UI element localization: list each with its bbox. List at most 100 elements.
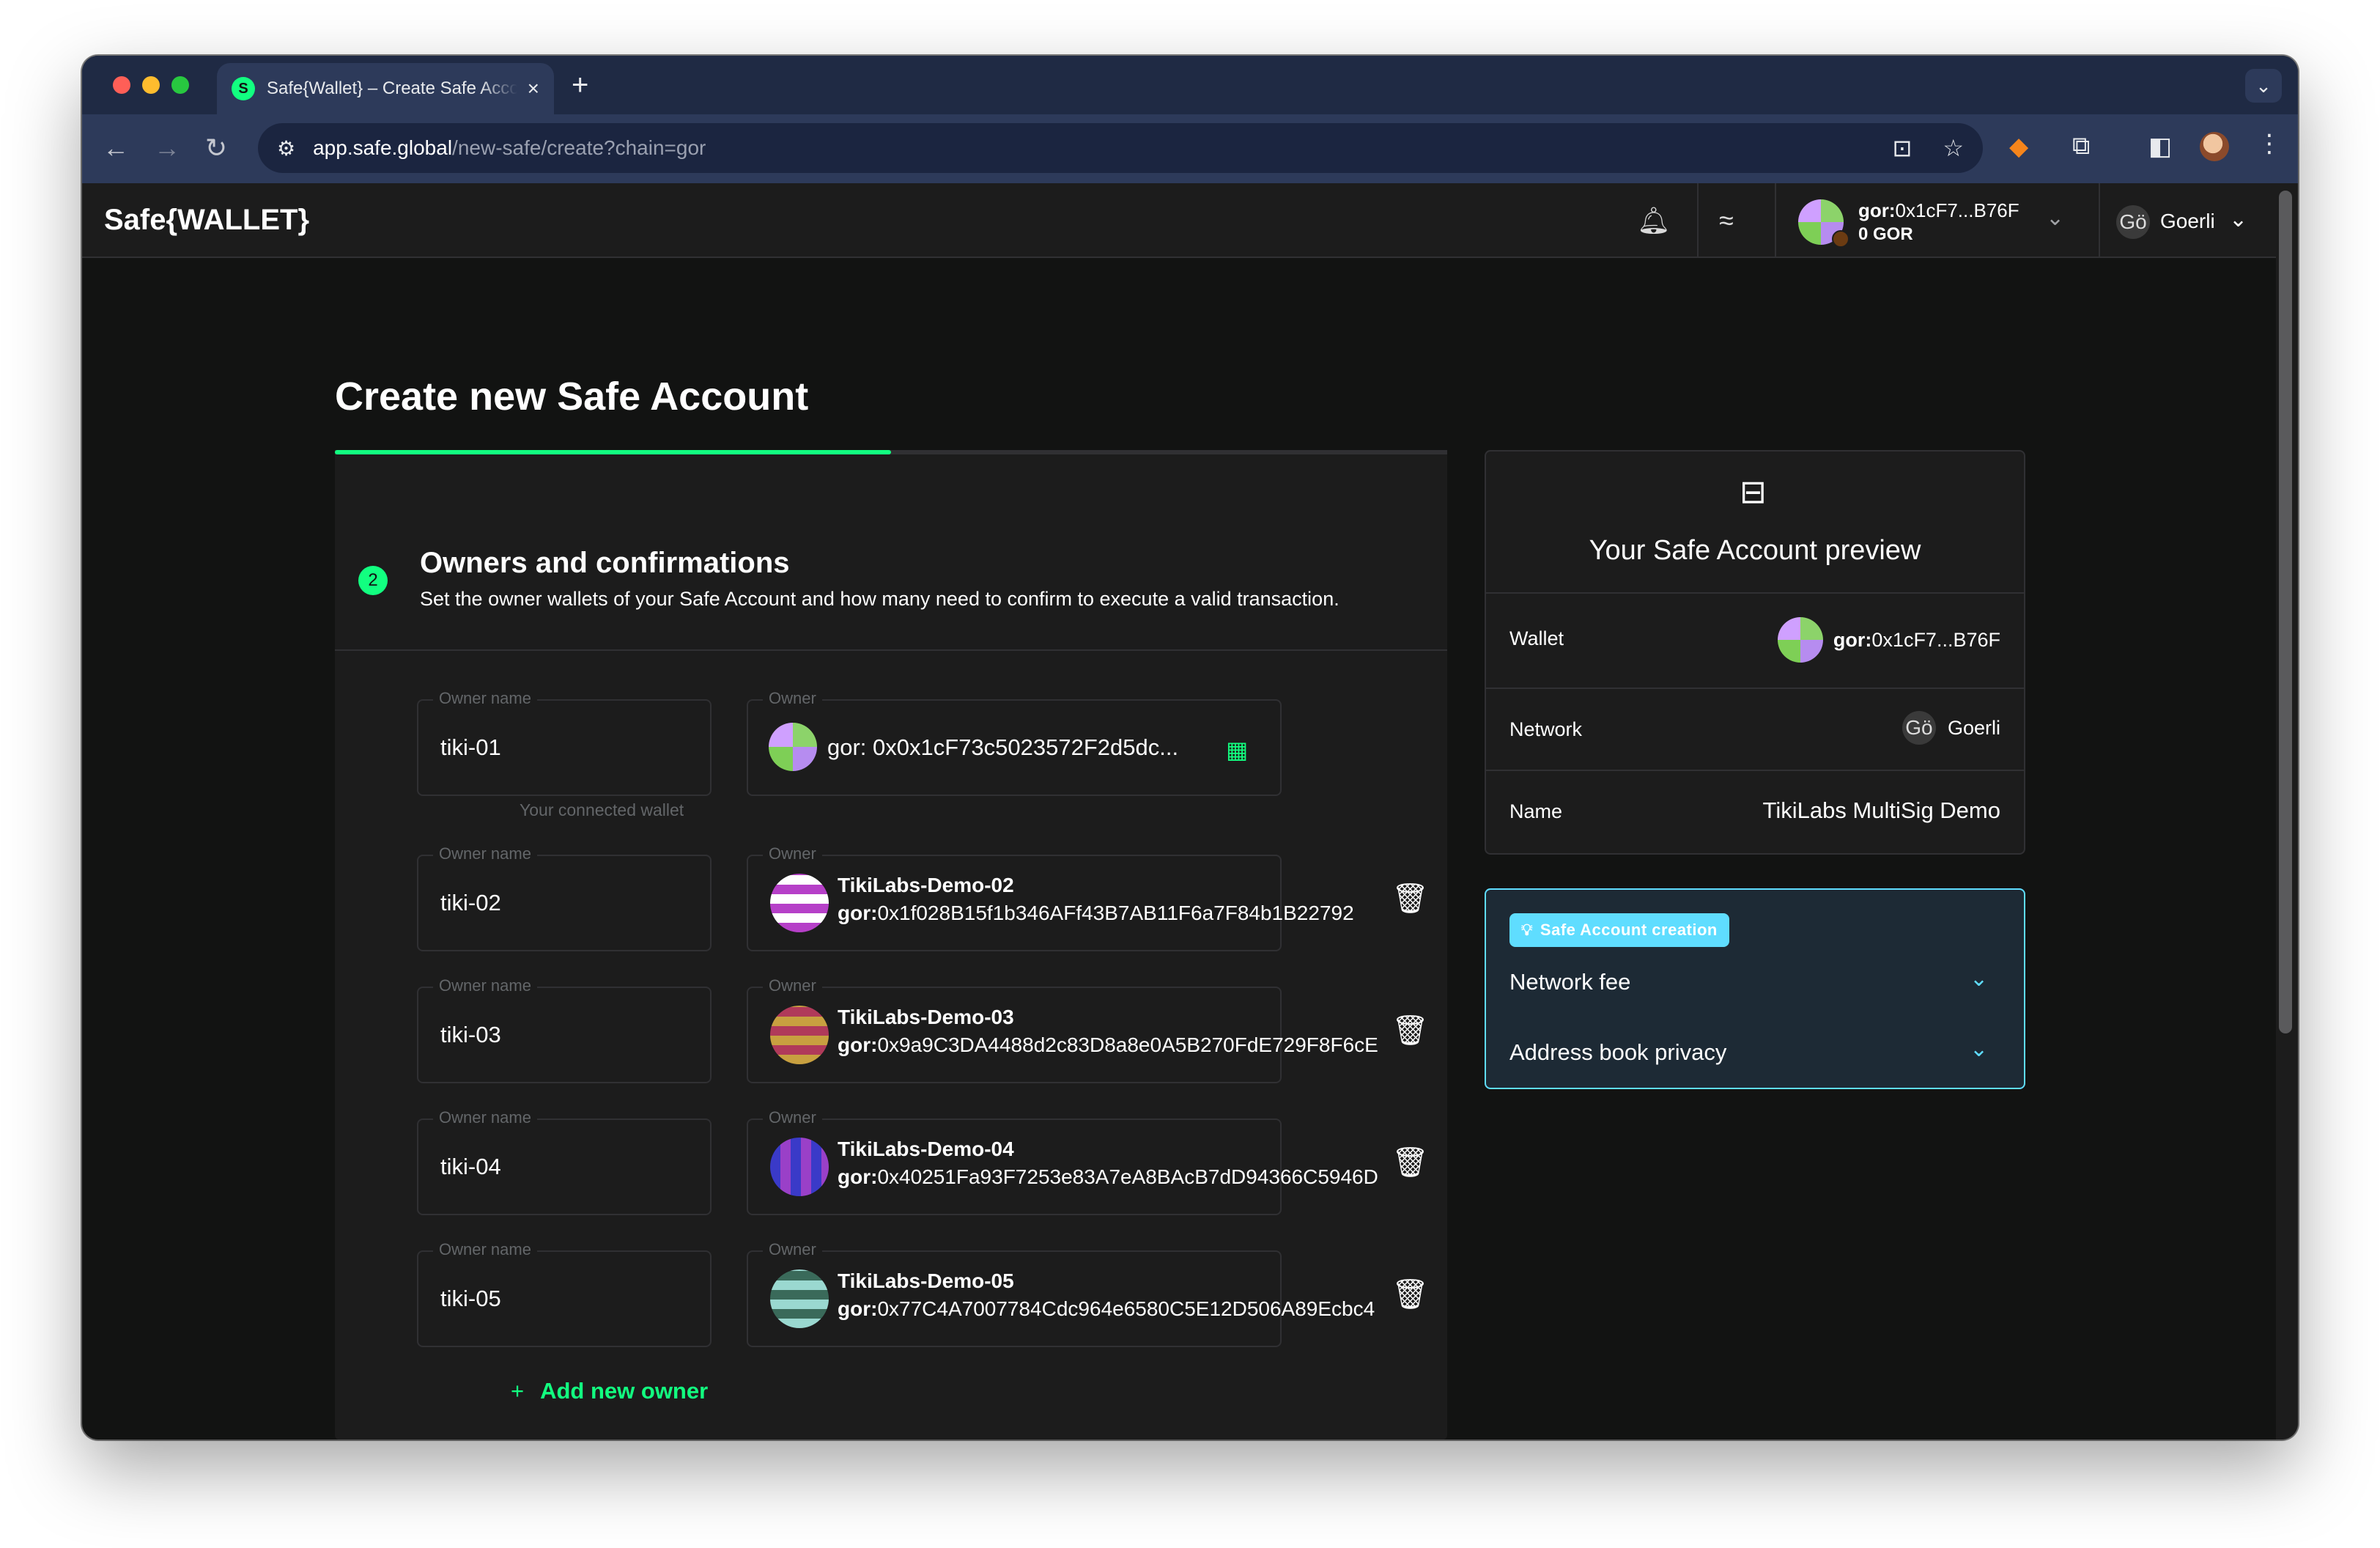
browser-toolbar: ← → ↻ ⚙ app.safe.global/new-safe/create?… [82,114,2298,183]
safe-name-value: TikiLabs MultiSig Demo [1762,797,2000,823]
owner-name-field[interactable]: Owner name tiki-03 [417,976,712,1083]
header-divider [1775,183,1776,257]
owner-address-value: gor:0x1f028B15f1b346AFf43B7AB11F6a7F84b1… [838,902,1354,924]
owner-label: Owner [763,689,822,708]
address-bar[interactable]: ⚙ app.safe.global/new-safe/create?chain=… [258,123,1983,173]
url-host: app.safe.global [313,136,453,159]
owner-name-field[interactable]: Owner name tiki-05 [417,1240,712,1347]
side-panel-icon[interactable]: ◧ [2148,132,2172,161]
owner-display-name: TikiLabs-Demo-03 [838,1006,1014,1028]
owner-name-label: Owner name [433,976,537,995]
account-chevron-down-icon[interactable]: ⌄ [2046,205,2064,231]
owner-name-field[interactable]: Owner name tiki-02 [417,844,712,951]
owner-avatar [770,1006,829,1064]
owner-name-label: Owner name [433,844,537,863]
owner-name-field[interactable]: Owner name tiki-04 [417,1108,712,1215]
forward-arrow-icon[interactable]: → [154,133,180,163]
install-app-icon[interactable]: ⊡ [1893,134,1912,162]
owner-address-field[interactable]: Owner gor: 0x0x1cF73c5023572F2d5dc... ▦ [747,689,1282,796]
preview-row-name: Name TikiLabs MultiSig Demo [1486,770,2024,853]
new-tab-button[interactable]: + [572,70,588,100]
header-divider [2099,183,2100,257]
safe-wallet-logo[interactable]: Safe{WALLET} [104,204,309,237]
page-title: Create new Safe Account [335,375,809,419]
network-label: Network [1509,718,1583,740]
bookmark-star-icon[interactable]: ☆ [1943,134,1964,162]
network-fee-accordion[interactable]: Network fee [1509,969,1630,995]
add-new-owner-button[interactable]: + Add new owner [511,1378,708,1404]
page-scrollbar-thumb[interactable] [2279,191,2292,1033]
owner-label: Owner [763,976,822,995]
card-divider [335,649,1447,651]
preview-row-wallet: Wallet gor: 0x1cF7...B76F [1486,592,2024,688]
qr-code-icon[interactable]: ▦ [1226,736,1248,764]
owner-name-value: tiki-02 [440,890,501,915]
owner-name-label: Owner name [433,1240,537,1259]
browser-menu-icon[interactable]: ⋮ [2257,129,2282,158]
minimize-window-button[interactable] [142,76,160,94]
notifications-bell-icon[interactable]: 🔔︎ [1637,205,1671,236]
tab-strip: S Safe{Wallet} – Create Safe Account × +… [82,56,2298,114]
step-number-badge: 2 [358,566,388,595]
metamask-badge-icon [1832,230,1849,248]
step-title: Owners and confirmations [420,547,790,579]
goerli-logo: Gö [1902,711,1936,745]
owners-step-card: 2 Owners and confirmations Set the owner… [335,454,1447,1440]
chevron-down-icon[interactable]: ⌄ [1970,966,1988,992]
url-path: /new-safe/create?chain=gor [452,136,706,159]
delete-owner-icon[interactable]: 🗑︎ [1392,1277,1429,1311]
address-book-privacy-accordion[interactable]: Address book privacy [1509,1039,1726,1066]
owner-name-value: tiki-01 [440,734,501,760]
wallet-value: gor: 0x1cF7...B76F [1777,617,2000,663]
reload-icon[interactable]: ↻ [205,133,227,163]
wallet-avatar [1777,617,1823,663]
owner-address-field[interactable]: Owner TikiLabs-Demo-05 gor:0x77C4A700778… [747,1240,1375,1347]
lightbulb-icon: 💡︎ [1521,921,1533,939]
owner-avatar [770,1138,829,1196]
network-logo: Gö [2116,205,2150,239]
owner-label: Owner [763,1108,822,1127]
header-divider [1697,183,1699,257]
delete-owner-icon[interactable]: 🗑︎ [1392,881,1429,915]
owner-name-label: Owner name [433,1108,537,1127]
owner-name-value: tiki-05 [440,1286,501,1311]
extensions-puzzle-icon[interactable]: ⧉ [2072,132,2090,161]
owner-address-field[interactable]: Owner TikiLabs-Demo-03 gor:0x9a9C3DA4488… [747,976,1378,1083]
owner-avatar [770,1269,829,1328]
owner-avatar [770,874,829,932]
delete-owner-icon[interactable]: 🗑︎ [1392,1145,1429,1179]
safe-preview-card: ⊟ Your Safe Account preview Wallet gor: 0… [1485,450,2025,855]
maximize-window-button[interactable] [171,76,189,94]
walletconnect-icon[interactable]: ≈ [1719,205,1734,236]
step-subtitle: Set the owner wallets of your Safe Accou… [420,588,1339,610]
app-header: Safe{WALLET} 🔔︎ ≈ gor:0x1cF7...B76F 0 GO… [82,183,2276,258]
owner-address-value: gor:0x77C4A7007784Cdc964e6580C5E12D506A8… [838,1297,1375,1320]
owner-display-name: TikiLabs-Demo-04 [838,1138,1014,1160]
close-window-button[interactable] [113,76,130,94]
delete-owner-icon[interactable]: 🗑︎ [1392,1013,1429,1047]
network-selector-label[interactable]: Goerli [2160,210,2215,233]
metamask-fox-icon[interactable]: ◆ [2009,132,2028,161]
chevron-down-icon[interactable]: ⌄ [1970,1036,1988,1062]
network-chevron-down-icon[interactable]: ⌄ [2229,207,2247,232]
account-balance: 0 GOR [1858,224,1913,244]
owner-name-value: tiki-03 [440,1022,501,1047]
preview-title: Your Safe Account preview [1589,535,1921,566]
owner-name-label: Owner name [433,689,537,708]
plus-icon: + [511,1378,525,1404]
owner-name-field[interactable]: Owner name tiki-01 [417,689,712,796]
browser-tab-active[interactable]: S Safe{Wallet} – Create Safe Account × [217,63,554,114]
site-settings-icon[interactable]: ⚙ [277,136,295,161]
owner-avatar [769,723,817,771]
back-arrow-icon[interactable]: ← [103,133,129,163]
owner-address-field[interactable]: Owner TikiLabs-Demo-02 gor:0x1f028B15f1b… [747,844,1354,951]
owner-address-value: gor: 0x0x1cF73c5023572F2d5dc... [827,734,1179,760]
close-tab-icon[interactable]: × [528,77,539,100]
safe-logo-icon: ⊟ [1740,474,1767,510]
tab-title: Safe{Wallet} – Create Safe Account [267,78,517,98]
account-address[interactable]: gor:0x1cF7...B76F [1858,199,2019,222]
owner-address-field[interactable]: Owner TikiLabs-Demo-04 gor:0x40251Fa93F7… [747,1108,1378,1215]
tab-search-chevron-icon[interactable]: ⌄ [2245,69,2282,103]
name-label: Name [1509,800,1563,822]
profile-avatar[interactable] [2200,132,2229,161]
